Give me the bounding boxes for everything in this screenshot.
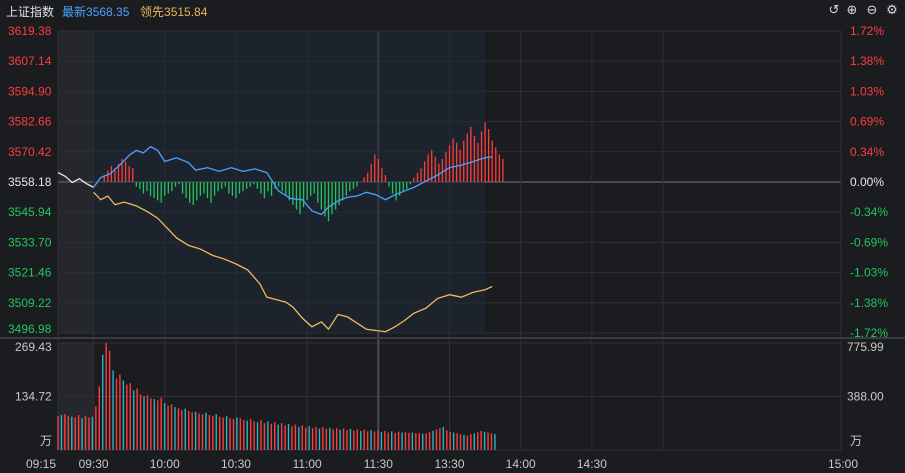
price-tick-label: 3619.38 xyxy=(8,24,52,38)
price-tick-label: 3533.70 xyxy=(8,235,52,249)
volume-tick-label: 万 xyxy=(40,434,52,448)
volume-right-tick-label: 万 xyxy=(850,434,862,448)
intraday-chart[interactable]: 3619.38 3607.14 3594.90 3582.66 3570.42 3558.… xyxy=(0,0,905,473)
time-tick-label: 14:00 xyxy=(506,457,536,471)
price-panel xyxy=(57,31,504,333)
percent-tick-label: 1.38% xyxy=(850,54,884,68)
price-tick-label: 3607.14 xyxy=(8,54,52,68)
percent-tick-label: -0.34% xyxy=(850,205,888,219)
price-tick-label: 3594.90 xyxy=(8,84,52,98)
time-tick-label: 10:30 xyxy=(221,457,251,471)
price-tick-label: 3509.22 xyxy=(8,296,52,310)
time-tick-label: 11:00 xyxy=(293,457,322,471)
volume-tick-label: 134.72 xyxy=(15,390,52,404)
percent-tick-label: -1.72% xyxy=(850,326,888,340)
time-tick-label: 09:15 xyxy=(26,457,56,471)
percent-tick-label: 0.69% xyxy=(850,115,884,129)
time-tick-label: 15:00 xyxy=(828,457,858,471)
time-tick-label: 14:30 xyxy=(577,457,607,471)
price-tick-label: 3521.46 xyxy=(8,266,52,280)
percent-tick-label: 0.34% xyxy=(850,145,884,159)
volume-right-tick-label: 775.99 xyxy=(847,340,884,354)
price-tick-label: 3496.98 xyxy=(8,322,52,336)
price-tick-label: 3545.94 xyxy=(8,205,52,219)
volume-right-tick-label: 388.00 xyxy=(847,390,884,404)
percent-tick-label: 1.03% xyxy=(850,84,884,98)
time-tick-label: 10:00 xyxy=(150,457,180,471)
percent-tick-label: -0.69% xyxy=(850,235,888,249)
price-tick-label: 3558.18 xyxy=(8,175,52,189)
volume-tick-label: 269.43 xyxy=(15,340,52,354)
price-tick-label: 3570.42 xyxy=(8,145,52,159)
time-tick-label: 09:30 xyxy=(79,457,109,471)
percent-tick-label: -1.38% xyxy=(850,296,888,310)
percent-tick-label: -1.03% xyxy=(850,266,888,280)
percent-tick-label: 1.72% xyxy=(850,24,884,38)
time-tick-label: 13:30 xyxy=(434,457,464,471)
percent-tick-label: 0.00% xyxy=(850,175,884,189)
time-tick-label: 11:30 xyxy=(364,457,393,471)
price-tick-label: 3582.66 xyxy=(8,115,52,129)
